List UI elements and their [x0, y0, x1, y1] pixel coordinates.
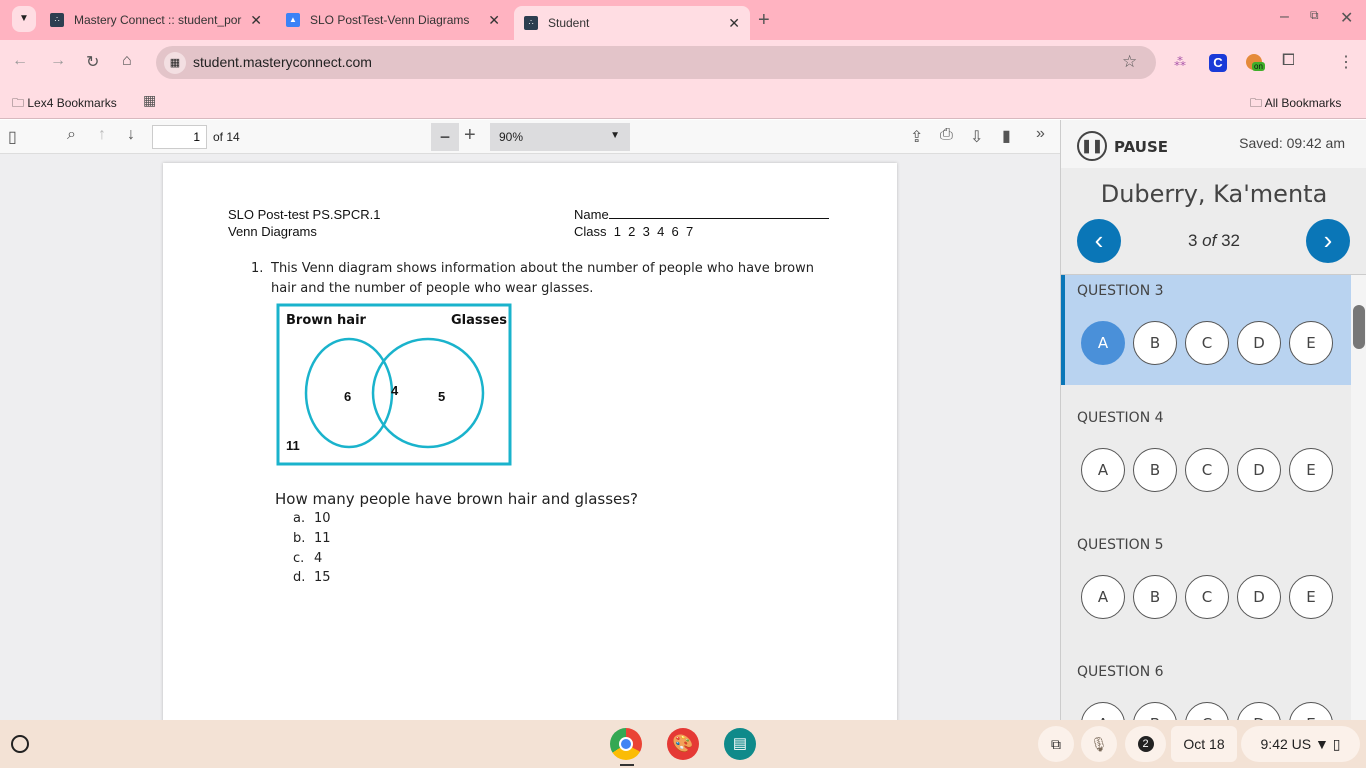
answer-option-b[interactable]: B: [1133, 321, 1177, 365]
choice-b: b. 11: [293, 531, 331, 546]
microphone-icon[interactable]: 🎙: [1081, 726, 1117, 762]
question-label: QUESTION 5: [1077, 537, 1164, 553]
system-tray[interactable]: 9:42 US ▼ ▯: [1241, 726, 1360, 762]
pause-button[interactable]: PAUSE: [1114, 138, 1168, 156]
choice-d: d. 15: [293, 570, 331, 585]
answer-option-e[interactable]: E: [1289, 575, 1333, 619]
question-label: QUESTION 6: [1077, 664, 1164, 680]
answer-option-d[interactable]: D: [1237, 448, 1281, 492]
answer-panel: ❚❚ PAUSE Saved: 09:42 am Duberry, Ka'men…: [1060, 120, 1366, 720]
answer-option-a[interactable]: A: [1081, 575, 1125, 619]
scrollbar[interactable]: [1351, 275, 1366, 720]
answer-option-e[interactable]: E: [1289, 448, 1333, 492]
scrollbar-thumb[interactable]: [1353, 305, 1365, 349]
answer-option-d[interactable]: D: [1237, 575, 1281, 619]
choice-c: c. 4: [293, 551, 323, 566]
date-button[interactable]: Oct 18: [1171, 726, 1237, 762]
answer-option-e[interactable]: E: [1289, 702, 1333, 720]
answer-option-d[interactable]: D: [1237, 321, 1281, 365]
answer-option-a[interactable]: A: [1081, 448, 1125, 492]
answer-option-c[interactable]: C: [1185, 321, 1229, 365]
question-label: QUESTION 3: [1077, 283, 1164, 299]
launcher-button[interactable]: [11, 735, 29, 753]
answer-option-b[interactable]: B: [1133, 575, 1177, 619]
answer-option-a[interactable]: A: [1081, 321, 1125, 365]
question-label: QUESTION 4: [1077, 410, 1164, 426]
venn-circle-glasses: [371, 337, 485, 449]
answer-option-c[interactable]: C: [1185, 448, 1229, 492]
canvas-app-icon[interactable]: 🎨: [667, 728, 699, 760]
wifi-icon: ▼: [1315, 736, 1329, 752]
answer-panel-header: ❚❚ PAUSE Saved: 09:42 am: [1061, 120, 1366, 168]
answer-option-c[interactable]: C: [1185, 575, 1229, 619]
answer-option-e[interactable]: E: [1289, 321, 1333, 365]
pause-icon[interactable]: ❚❚: [1077, 131, 1107, 161]
classroom-app-icon[interactable]: ▤: [724, 728, 756, 760]
answer-option-d[interactable]: D: [1237, 702, 1281, 720]
chrome-icon[interactable]: [610, 728, 642, 760]
answer-option-c[interactable]: C: [1185, 702, 1229, 720]
holding-space-icon[interactable]: ⧉: [1038, 726, 1074, 762]
answer-option-b[interactable]: B: [1133, 448, 1177, 492]
answer-option-a[interactable]: A: [1081, 702, 1125, 720]
notifications-button[interactable]: 2: [1125, 726, 1166, 762]
student-name: Duberry, Ka'menta: [1100, 180, 1328, 208]
active-app-indicator: [620, 764, 634, 766]
battery-icon: ▯: [1332, 735, 1341, 752]
next-question-button[interactable]: ›: [1306, 219, 1350, 263]
choice-a: a. 10: [293, 511, 331, 526]
answer-option-b[interactable]: B: [1133, 702, 1177, 720]
